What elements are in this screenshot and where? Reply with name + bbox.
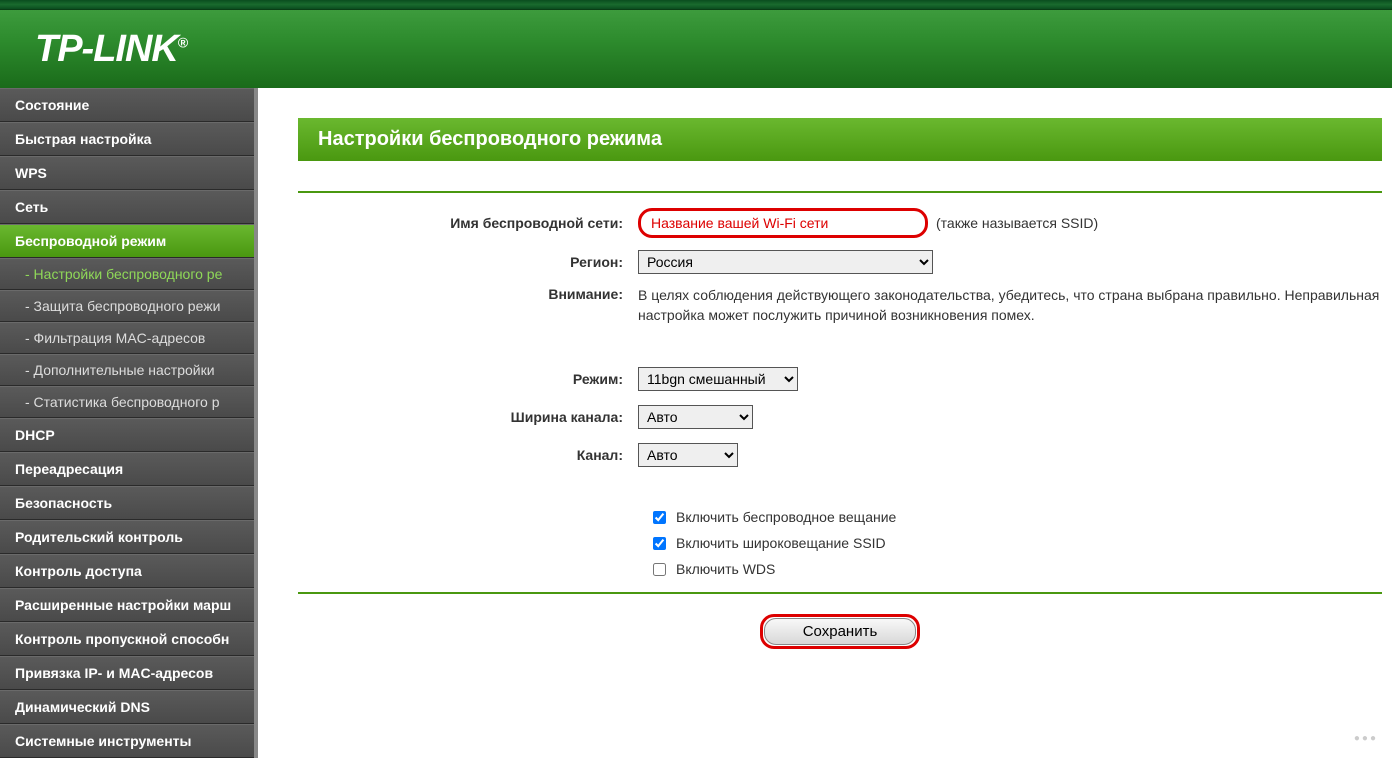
row-warning: Внимание: В целях соблюдения действующег… (298, 286, 1382, 325)
row-mode: Режим: 11bgn смешанный (298, 365, 1382, 393)
wds-label: Включить WDS (676, 561, 775, 577)
sidebar-item-quick-setup[interactable]: Быстрая настройка (0, 122, 254, 156)
row-region: Регион: Россия (298, 248, 1382, 276)
main-content: Настройки беспроводного режима Имя беспр… (258, 88, 1392, 758)
sidebar-item-status[interactable]: Состояние (0, 88, 254, 122)
row-channel: Канал: Авто (298, 441, 1382, 469)
sidebar-item-wireless[interactable]: Беспроводной режим (0, 224, 254, 258)
row-channel-width: Ширина канала: Авто (298, 403, 1382, 431)
broadcast-checkbox[interactable] (653, 511, 666, 524)
label-ssid: Имя беспроводной сети: (298, 215, 638, 231)
broadcast-label: Включить беспроводное вещание (676, 509, 896, 525)
label-channel: Канал: (298, 447, 638, 463)
row-ssid: Имя беспроводной сети: (также называется… (298, 208, 1382, 238)
row-wds: Включить WDS (298, 561, 1382, 577)
ssid-broadcast-label: Включить широковещание SSID (676, 535, 886, 551)
header: TP-LINK® (0, 10, 1392, 88)
region-select[interactable]: Россия (638, 250, 933, 274)
sidebar-item-security[interactable]: Безопасность (0, 486, 254, 520)
label-warning: Внимание: (298, 286, 638, 302)
label-channel-width: Ширина канала: (298, 409, 638, 425)
label-mode: Режим: (298, 371, 638, 387)
resize-dots-icon: ●●● (1354, 733, 1378, 744)
channel-width-select[interactable]: Авто (638, 405, 753, 429)
ssid-note: (также называется SSID) (936, 215, 1098, 231)
sidebar-item-forwarding[interactable]: Переадресация (0, 452, 254, 486)
sidebar-item-dhcp[interactable]: DHCP (0, 418, 254, 452)
ssid-input[interactable] (638, 208, 928, 238)
save-button-highlight: Сохранить (760, 614, 921, 649)
sidebar-item-access-control[interactable]: Контроль доступа (0, 554, 254, 588)
sidebar-sub-advanced[interactable]: - Дополнительные настройки (0, 354, 254, 386)
sidebar-item-wps[interactable]: WPS (0, 156, 254, 190)
ssid-broadcast-checkbox[interactable] (653, 537, 666, 550)
sidebar-item-network[interactable]: Сеть (0, 190, 254, 224)
mode-select[interactable]: 11bgn смешанный (638, 367, 798, 391)
page-title: Настройки беспроводного режима (298, 118, 1382, 161)
sidebar-item-ddns[interactable]: Динамический DNS (0, 690, 254, 724)
sidebar-sub-wireless-settings[interactable]: - Настройки беспроводного ре (0, 258, 254, 290)
channel-select[interactable]: Авто (638, 443, 738, 467)
save-button[interactable]: Сохранить (764, 618, 917, 645)
warning-text: В целях соблюдения действующего законода… (638, 286, 1382, 325)
brand-text: TP-LINK (35, 28, 178, 70)
divider-bottom (298, 592, 1382, 594)
sidebar-item-bandwidth[interactable]: Контроль пропускной способн (0, 622, 254, 656)
wds-checkbox[interactable] (653, 563, 666, 576)
button-row: Сохранить (298, 614, 1382, 649)
sidebar-item-ip-mac-binding[interactable]: Привязка IP- и MAC-адресов (0, 656, 254, 690)
top-bar (0, 0, 1392, 10)
sidebar: Состояние Быстрая настройка WPS Сеть Бес… (0, 88, 258, 758)
sidebar-item-routing[interactable]: Расширенные настройки марш (0, 588, 254, 622)
sidebar-item-system-tools[interactable]: Системные инструменты (0, 724, 254, 758)
row-ssid-broadcast: Включить широковещание SSID (298, 535, 1382, 551)
label-region: Регион: (298, 254, 638, 270)
sidebar-sub-mac-filter[interactable]: - Фильтрация MAC-адресов (0, 322, 254, 354)
row-broadcast: Включить беспроводное вещание (298, 509, 1382, 525)
sidebar-item-parental[interactable]: Родительский контроль (0, 520, 254, 554)
sidebar-sub-wireless-stats[interactable]: - Статистика беспроводного р (0, 386, 254, 418)
brand-logo: TP-LINK® (35, 28, 187, 71)
sidebar-sub-wireless-security[interactable]: - Защита беспроводного режи (0, 290, 254, 322)
divider-top (298, 191, 1382, 193)
